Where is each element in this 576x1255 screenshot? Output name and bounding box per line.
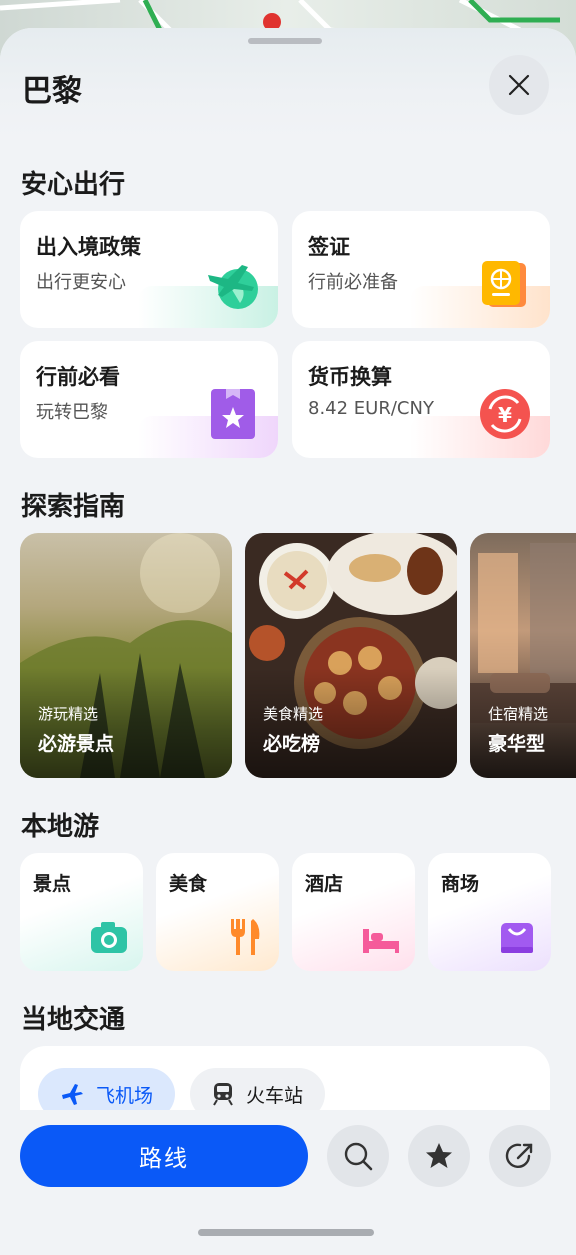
local-label: 美食 [169,873,208,895]
tab-label: 飞机场 [96,1084,154,1107]
search-icon [344,1142,373,1171]
fork-knife-icon [231,919,260,955]
card-subtitle: 出行更安心 [36,272,126,293]
guide-title: 必吃榜 [263,733,321,755]
local-label: 景点 [33,873,72,895]
shopping-bag-icon [501,923,533,953]
card-title: 行前必看 [36,365,120,389]
airplane-icon [62,1084,83,1105]
card-subtitle: 行前必准备 [308,272,398,293]
passport-icon [482,261,526,307]
card-currency[interactable]: 货币换算 8.42 EUR/CNY ¥ [292,341,550,458]
camera-icon [91,922,127,953]
bookmark-star-icon [211,389,255,439]
local-label: 商场 [441,873,480,895]
guide-title: 必游景点 [38,733,115,755]
share-button[interactable] [489,1125,551,1187]
guide-title: 豪华型 [488,733,546,755]
guide-card-food[interactable]: 美食精选 必吃榜 [245,533,457,778]
city-title: 巴黎 [22,74,82,109]
card-must-read[interactable]: 行前必看 玩转巴黎 [20,341,278,458]
local-item-hotel[interactable]: 酒店 [292,853,415,971]
search-button[interactable] [327,1125,389,1187]
city-info-sheet: 巴黎 安心出行 出入境政策 出行更安心 签证 行前必准备 行前必看 玩转巴黎 货… [0,28,576,1255]
local-item-sights[interactable]: 景点 [20,853,143,971]
star-icon [426,1143,452,1168]
card-entry-policy[interactable]: 出入境政策 出行更安心 [20,211,278,328]
card-title: 货币换算 [308,365,392,389]
plane-globe-icon [208,265,258,309]
tab-label: 火车站 [246,1084,304,1107]
guide-tag: 住宿精选 [488,705,549,723]
section-title-transport: 当地交通 [21,1005,126,1035]
local-item-mall[interactable]: 商场 [428,853,551,971]
local-item-food[interactable]: 美食 [156,853,279,971]
home-indicator[interactable] [198,1229,374,1236]
card-subtitle: 8.42 EUR/CNY [308,398,434,419]
route-button[interactable]: 路线 [20,1125,308,1187]
guide-card-hotel[interactable]: 住宿精选 豪华型 [470,533,576,778]
svg-text:¥: ¥ [498,403,512,427]
close-button[interactable] [489,55,549,115]
card-visa[interactable]: 签证 行前必准备 [292,211,550,328]
guide-tag: 美食精选 [263,705,324,723]
local-label: 酒店 [305,873,344,895]
favorite-button[interactable] [408,1125,470,1187]
section-title-safe-travel: 安心出行 [21,170,126,200]
train-icon [213,1083,233,1106]
guide-tag: 游玩精选 [38,705,99,723]
card-subtitle: 玩转巴黎 [36,402,108,423]
bed-icon [363,929,399,953]
section-title-local: 本地游 [21,812,100,842]
section-title-explore: 探索指南 [21,492,126,522]
card-title: 签证 [308,235,350,259]
drag-handle[interactable] [248,38,322,44]
close-icon [508,74,530,96]
currency-exchange-icon: ¥ [480,389,530,439]
guide-card-sights[interactable]: 游玩精选 必游景点 [20,533,232,778]
share-icon [505,1143,533,1168]
card-title: 出入境政策 [36,235,141,259]
